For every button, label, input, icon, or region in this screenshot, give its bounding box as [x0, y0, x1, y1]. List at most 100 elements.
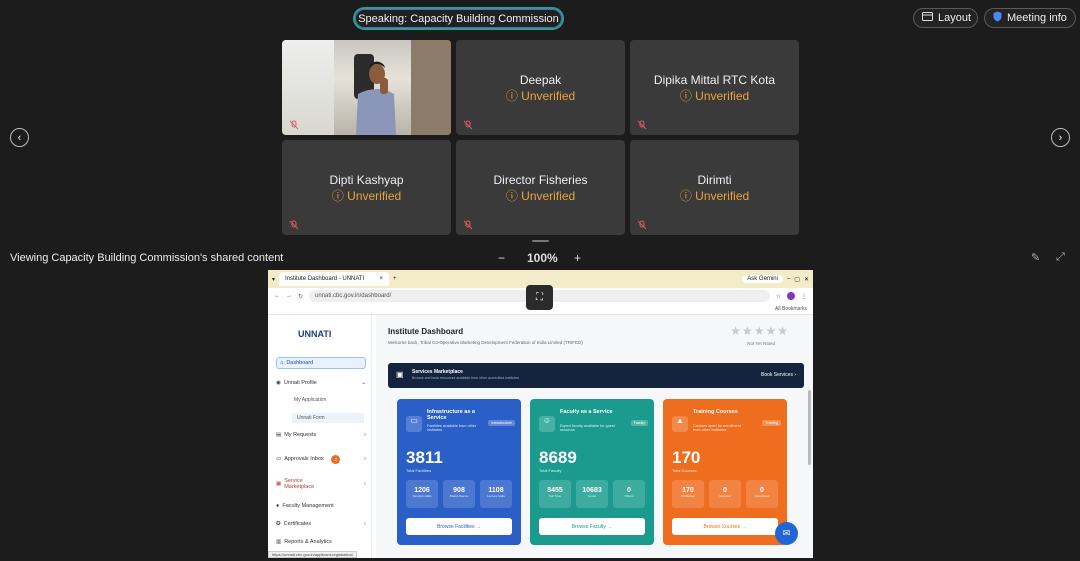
- minimize-icon[interactable]: –: [787, 276, 790, 282]
- stat-value: 1206: [414, 487, 430, 494]
- participant-name: Dipti Kashyap: [329, 173, 404, 187]
- layout-label: Layout: [938, 12, 972, 24]
- help-circle-icon: ⓘ: [331, 189, 348, 203]
- layout-button[interactable]: Layout: [913, 8, 978, 28]
- participant-status-label: Unverified: [347, 189, 402, 203]
- chevron-left-icon: ‹: [17, 131, 22, 144]
- stat-label: Full Time: [548, 494, 562, 498]
- zoom-out-button[interactable]: −: [498, 251, 505, 265]
- shared-screen[interactable]: ▾ Institute Dashboard - UNNATI × + Ask Ge…: [268, 270, 813, 558]
- fullscreen-icon[interactable]: ⤢: [1056, 251, 1065, 264]
- stat-value: 908: [453, 487, 465, 494]
- browser-tab[interactable]: Institute Dashboard - UNNATI ×: [279, 272, 390, 286]
- stat-label: Published: [681, 494, 695, 498]
- zoom-in-button[interactable]: +: [574, 251, 581, 265]
- sidebar-item-faculty-management[interactable]: ● Faculty Management: [276, 500, 366, 512]
- stat-value: 10683: [582, 487, 602, 494]
- browse-courses-button[interactable]: Browse Courses →: [672, 518, 778, 535]
- expand-button[interactable]: ⛶: [526, 285, 553, 310]
- stat-box: 908 Board Rooms: [443, 480, 475, 508]
- participant-status-label: Unverified: [695, 89, 750, 103]
- scrollbar[interactable]: [808, 390, 811, 465]
- chevron-right-icon: ›: [364, 521, 366, 527]
- sidebar-item-label: Approvals Inbox: [284, 456, 324, 462]
- reload-icon[interactable]: ↻: [298, 293, 303, 300]
- card-title: Training Courses: [693, 409, 738, 415]
- profile-avatar[interactable]: [787, 292, 795, 300]
- sidebar-item-unnati-form[interactable]: Unnati Form: [292, 413, 364, 423]
- card-description: Facilities available from other institut…: [427, 424, 477, 432]
- stat-value: 0: [627, 487, 631, 494]
- mic-muted-icon: [289, 120, 299, 130]
- next-page-button[interactable]: ›: [1051, 128, 1070, 147]
- card-total-label: Total Faculty: [539, 468, 562, 473]
- star-icon[interactable]: ☆: [776, 293, 781, 300]
- chat-button[interactable]: ✉: [775, 522, 798, 545]
- page-title: Institute Dashboard: [388, 327, 464, 336]
- card-description: Expert faculty available for guest sessi…: [560, 424, 615, 432]
- sidebar-item-approvals-inbox[interactable]: ▭ Approvals Inbox 2 ›: [276, 451, 366, 467]
- sidebar-item-reports[interactable]: ▥ Reports & Analytics: [276, 536, 366, 548]
- annotate-icon[interactable]: ✎: [1031, 251, 1040, 264]
- approvals-badge: 2: [331, 454, 341, 464]
- mic-muted-icon: [463, 220, 473, 230]
- layout-icon: [922, 12, 933, 24]
- chevron-right-icon: ›: [364, 456, 366, 462]
- participant-tile[interactable]: Dipika Mittal RTC Kota ⓘ Unverified: [630, 40, 799, 135]
- viewing-label: Viewing Capacity Building Commission's s…: [10, 252, 284, 264]
- stat-value: 0: [760, 487, 764, 494]
- forward-icon[interactable]: →: [286, 293, 292, 299]
- profile-icon: ◉: [276, 380, 281, 386]
- maximize-icon[interactable]: ▢: [794, 276, 800, 283]
- tab-menu-icon[interactable]: ▾: [272, 276, 275, 283]
- participant-tile[interactable]: Director Fisheries ⓘ Unverified: [456, 140, 625, 235]
- certificate-icon: ✪: [276, 521, 281, 527]
- participant-status: ⓘ Unverified: [630, 87, 799, 104]
- stat-box: 1206 Seminar Halls: [406, 480, 438, 508]
- unnati-logo: UNNATI: [298, 329, 332, 339]
- participant-name: Dirimti: [697, 173, 732, 187]
- sidebar-item-label: Reports & Analytics: [284, 539, 332, 545]
- browse-faculty-button[interactable]: Browse Faculty →: [539, 518, 645, 535]
- ask-gemini-button[interactable]: Ask Gemini: [742, 275, 783, 283]
- sidebar-item-unnati-profile[interactable]: ◉ Unnati Profile ⌄: [276, 377, 366, 389]
- card-total: 3811: [406, 448, 443, 467]
- previous-page-button[interactable]: ‹: [10, 128, 29, 147]
- meeting-info-button[interactable]: Meeting info: [984, 8, 1076, 28]
- all-bookmarks-label[interactable]: All Bookmarks: [775, 306, 807, 312]
- sidebar-item-service-marketplace[interactable]: ▦ Service Marketplace ›: [276, 476, 366, 492]
- rating-stars[interactable]: ★★★★★: [730, 324, 789, 338]
- sidebar-item-certificates[interactable]: ✪ Certificates ›: [276, 518, 366, 530]
- back-icon[interactable]: ←: [274, 293, 280, 299]
- home-icon: ⌂: [280, 360, 284, 366]
- participant-status-label: Unverified: [521, 189, 576, 203]
- speaking-label: Speaking: Capacity Building Commission: [358, 12, 559, 25]
- participant-name: Director Fisheries: [493, 173, 588, 187]
- book-services-link[interactable]: Book Services ›: [761, 372, 796, 378]
- browse-facilities-button[interactable]: Browse Facilities →: [406, 518, 512, 535]
- faculty-icon: ☺: [539, 416, 555, 432]
- speaking-indicator: Speaking: Capacity Building Commission: [353, 7, 564, 30]
- faculty-card: ☺ Faculty as a Service Expert faculty av…: [530, 399, 654, 545]
- sidebar-item-my-requests[interactable]: ▤ My Requests ›: [276, 429, 366, 441]
- mic-muted-icon: [637, 220, 647, 230]
- card-total: 170: [672, 448, 701, 467]
- participant-tile[interactable]: Deepak ⓘ Unverified: [456, 40, 625, 135]
- marketplace-subtitle: Browse and book resources available from…: [412, 376, 519, 380]
- video-tile-camera[interactable]: [282, 40, 451, 135]
- requests-icon: ▤: [276, 432, 282, 438]
- sidebar-item-dashboard[interactable]: ⌂ Dashboard: [276, 357, 366, 369]
- menu-icon[interactable]: ⋮: [801, 293, 807, 300]
- chevron-right-icon: ›: [364, 481, 366, 487]
- participant-tile[interactable]: Dipti Kashyap ⓘ Unverified: [282, 140, 451, 235]
- participant-tile[interactable]: Dirimti ⓘ Unverified: [630, 140, 799, 235]
- resize-handle[interactable]: [532, 240, 549, 242]
- address-bar-url: unnati.cbc.gov.in/dashboard/: [315, 293, 392, 299]
- link-status-bar: https://unnati.cbc.gov.in/applicant-regi…: [268, 551, 358, 558]
- new-tab-icon[interactable]: +: [393, 276, 397, 282]
- stat-value: 0: [723, 487, 727, 494]
- sidebar-item-my-application[interactable]: My Application: [294, 397, 326, 403]
- close-icon[interactable]: ×: [380, 276, 384, 282]
- stat-box: 170 Published: [672, 480, 704, 508]
- close-window-icon[interactable]: ✕: [804, 276, 809, 283]
